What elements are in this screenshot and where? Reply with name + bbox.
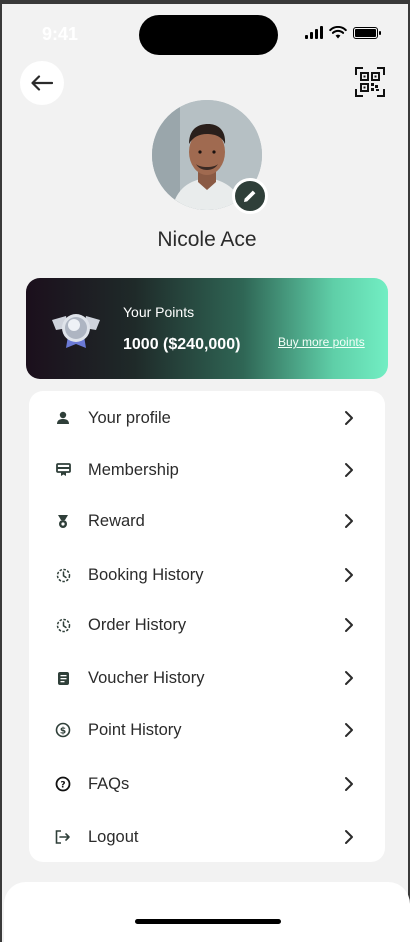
person-icon [55, 410, 71, 426]
chevron-right-icon [345, 514, 353, 528]
edit-avatar-button[interactable] [232, 178, 268, 214]
menu-item-booking-history[interactable]: Booking History [29, 553, 385, 597]
svg-text:?: ? [60, 781, 65, 791]
status-time: 9:41 [42, 24, 79, 44]
wifi-icon [329, 26, 347, 39]
menu-item-faqs[interactable]: ? FAQs [29, 762, 385, 806]
chevron-right-icon [345, 568, 353, 582]
battery-icon [353, 26, 381, 39]
chevron-right-icon [345, 411, 353, 425]
chevron-right-icon [345, 463, 353, 477]
menu-item-membership[interactable]: Membership [29, 448, 385, 492]
menu-item-label: Logout [88, 827, 139, 846]
dollar-circle-icon: $ [55, 722, 71, 738]
menu-item-label: Booking History [88, 565, 204, 584]
back-button[interactable] [20, 61, 64, 105]
arrow-left-icon [31, 75, 53, 91]
menu-item-label: Point History [88, 720, 182, 739]
menu-item-your-profile[interactable]: Your profile [29, 396, 385, 440]
points-card: Your Points 1000 ($240,000) Buy more poi… [26, 278, 388, 379]
menu-item-label: Membership [88, 460, 179, 479]
buy-more-points-link[interactable]: Buy more points [278, 335, 365, 349]
profile-avatar[interactable] [152, 100, 268, 214]
points-title: Your Points [123, 304, 195, 320]
history-clock-icon [55, 567, 71, 583]
chevron-right-icon [345, 618, 353, 632]
menu-item-voucher-history[interactable]: Voucher History [29, 656, 385, 700]
history-clock-icon [55, 617, 71, 633]
receipt-icon [55, 670, 71, 686]
chevron-right-icon [345, 671, 353, 685]
cellular-signal-icon [305, 26, 323, 39]
medal-icon [55, 513, 71, 529]
profile-name: Nicole Ace [157, 228, 257, 251]
dynamic-island [139, 15, 278, 55]
points-medal-icon [52, 314, 100, 348]
menu-item-label: FAQs [88, 774, 130, 793]
points-value: 1000 ($240,000) [123, 336, 241, 353]
menu-item-label: Order History [88, 615, 187, 634]
profile-menu: Your profile Membership Reward Booking H… [29, 391, 385, 862]
status-icons [305, 26, 381, 39]
bottom-sheet [4, 882, 410, 942]
home-indicator[interactable] [135, 919, 281, 924]
menu-item-order-history[interactable]: Order History [29, 603, 385, 647]
menu-item-logout[interactable]: Logout [29, 815, 385, 859]
phone-frame: 9:41 Nicole Ace Your Points 1000 ($240,0… [0, 0, 410, 942]
frame-top-edge [2, 0, 410, 4]
membership-card-icon [55, 462, 71, 478]
menu-item-reward[interactable]: Reward [29, 499, 385, 543]
menu-item-point-history[interactable]: $ Point History [29, 708, 385, 752]
menu-item-label: Your profile [88, 408, 171, 427]
chevron-right-icon [345, 777, 353, 791]
chevron-right-icon [345, 723, 353, 737]
pencil-icon [244, 190, 256, 202]
question-circle-icon: ? [55, 776, 71, 792]
menu-item-label: Reward [88, 511, 145, 530]
chevron-right-icon [345, 830, 353, 844]
qr-code-button[interactable] [355, 67, 385, 97]
menu-item-label: Voucher History [88, 668, 205, 687]
logout-icon [55, 829, 71, 845]
svg-text:$: $ [60, 727, 66, 737]
qr-code-icon [355, 67, 385, 97]
